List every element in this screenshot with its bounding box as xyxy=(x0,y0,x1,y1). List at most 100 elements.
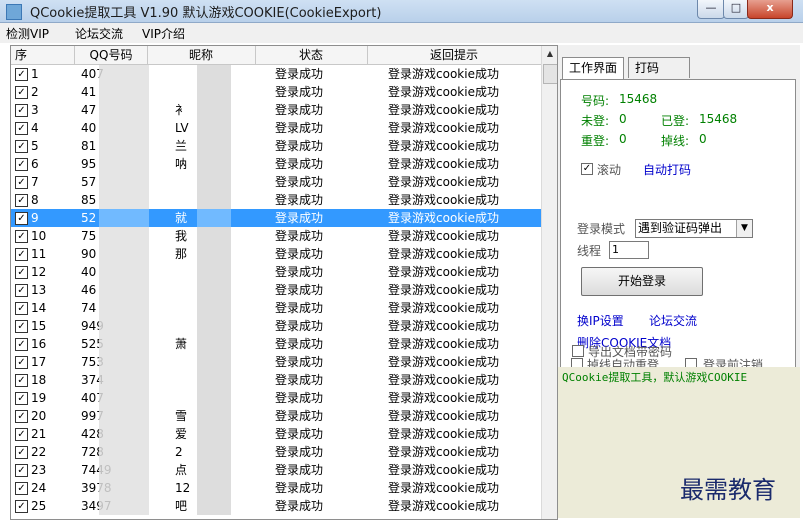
header-qq[interactable]: QQ号码 xyxy=(75,46,148,64)
row-checkbox[interactable]: ✓ xyxy=(15,158,28,171)
row-index: 7 xyxy=(31,175,39,189)
row-checkbox[interactable]: ✓ xyxy=(15,176,28,189)
row-status: 登录成功 xyxy=(275,373,324,387)
table-row[interactable]: ✓ 14 74 登录成功 登录游戏cookie成功 xyxy=(11,299,541,317)
table-row[interactable]: ✓ 10 75 我登录成功 登录游戏cookie成功 xyxy=(11,227,541,245)
row-status: 登录成功 xyxy=(275,67,324,81)
table-row[interactable]: ✓ 15 949 登录成功 登录游戏cookie成功 xyxy=(11,317,541,335)
row-checkbox[interactable]: ✓ xyxy=(15,68,28,81)
row-checkbox[interactable]: ✓ xyxy=(15,86,28,99)
redaction-block xyxy=(99,461,149,479)
row-checkbox[interactable]: ✓ xyxy=(15,320,28,333)
table-row[interactable]: ✓ 2 41 登录成功 登录游戏cookie成功 xyxy=(11,83,541,101)
table-row[interactable]: ✓ 19 407 登录成功 登录游戏cookie成功 xyxy=(11,389,541,407)
maximize-button[interactable]: □ xyxy=(723,0,749,19)
redaction-block xyxy=(197,101,231,119)
done-value: 15468 xyxy=(699,112,738,126)
menu-vip-intro[interactable]: VIP介绍 xyxy=(142,25,185,42)
row-status: 登录成功 xyxy=(275,391,324,405)
table-row[interactable]: ✓ 4 40 LV 登录成功 登录游戏cookie成功 xyxy=(11,119,541,137)
header-message[interactable]: 返回提示 xyxy=(367,46,542,64)
header-status[interactable]: 状态 xyxy=(255,46,368,64)
table-row[interactable]: ✓ 23 7449 点登录成功 登录游戏cookie成功 xyxy=(11,461,541,479)
table-row[interactable]: ✓ 21 428 爱登录成功 登录游戏cookie成功 xyxy=(11,425,541,443)
table-row[interactable]: ✓ 9 52 就登录成功 登录游戏cookie成功 xyxy=(11,209,541,227)
table-row[interactable]: ✓ 17 753 登录成功 登录游戏cookie成功 xyxy=(11,353,541,371)
row-checkbox[interactable]: ✓ xyxy=(15,356,28,369)
redaction-block xyxy=(99,281,149,299)
scroll-up-arrow[interactable]: ▲ xyxy=(542,46,557,62)
row-checkbox[interactable]: ✓ xyxy=(15,248,28,261)
header-nickname[interactable]: 昵称 xyxy=(147,46,256,64)
total-value: 15468 xyxy=(619,92,658,106)
row-message: 登录游戏cookie成功 xyxy=(388,463,499,477)
table-row[interactable]: ✓ 1 407 登录成功 登录游戏cookie成功 xyxy=(11,65,541,83)
ip-settings-link[interactable]: 换IP设置 xyxy=(577,312,624,329)
table-row[interactable]: ✓ 5 81 兰登录成功 登录游戏cookie成功 xyxy=(11,137,541,155)
row-checkbox[interactable]: ✓ xyxy=(15,122,28,135)
table-row[interactable]: ✓ 7 57 登录成功 登录游戏cookie成功 xyxy=(11,173,541,191)
table-row[interactable]: ✓ 13 46 登录成功 登录游戏cookie成功 xyxy=(11,281,541,299)
chevron-down-icon[interactable]: ▼ xyxy=(736,220,752,237)
login-mode-select[interactable]: 遇到验证码弹出 ▼ xyxy=(635,219,753,238)
row-checkbox[interactable]: ✓ xyxy=(15,266,28,279)
row-checkbox[interactable]: ✓ xyxy=(15,230,28,243)
scroll-checkbox[interactable]: ✓ xyxy=(581,163,593,175)
row-checkbox[interactable]: ✓ xyxy=(15,410,28,423)
forum-link[interactable]: 论坛交流 xyxy=(649,312,697,329)
table-row[interactable]: ✓ 18 374 登录成功 登录游戏cookie成功 xyxy=(11,371,541,389)
redaction-block xyxy=(99,479,149,497)
redaction-block xyxy=(197,83,231,101)
start-login-button[interactable]: 开始登录 xyxy=(581,267,703,296)
table-row[interactable]: ✓ 20 997 雪登录成功 登录游戏cookie成功 xyxy=(11,407,541,425)
pending-label: 未登: xyxy=(581,114,610,128)
row-message: 登录游戏cookie成功 xyxy=(388,337,499,351)
export-password-checkbox[interactable] xyxy=(572,345,584,357)
list-scrollbar[interactable]: ▲ xyxy=(541,46,557,519)
thread-input[interactable]: 1 xyxy=(609,241,649,259)
redaction-block xyxy=(197,263,231,281)
table-row[interactable]: ✓ 25 3497 吧登录成功 登录游戏cookie成功 xyxy=(11,497,541,515)
account-list[interactable]: 序 QQ号码 昵称 状态 返回提示 ✓ 1 407 登录成功 登录游戏cookie成功 ✓… xyxy=(10,45,558,520)
scroll-thumb[interactable] xyxy=(543,64,557,84)
redaction-block xyxy=(197,209,231,227)
tab-captcha[interactable]: 打码 xyxy=(628,57,691,78)
row-checkbox[interactable]: ✓ xyxy=(15,446,28,459)
row-checkbox[interactable]: ✓ xyxy=(15,464,28,477)
tab-work[interactable]: 工作界面 xyxy=(562,57,625,80)
table-row[interactable]: ✓ 8 85 登录成功 登录游戏cookie成功 xyxy=(11,191,541,209)
header-index[interactable]: 序 xyxy=(11,46,75,64)
table-row[interactable]: ✓ 24 3978 12 登录成功 登录游戏cookie成功 xyxy=(11,479,541,497)
row-checkbox[interactable]: ✓ xyxy=(15,284,28,297)
row-checkbox[interactable]: ✓ xyxy=(15,212,28,225)
menu-forum[interactable]: 论坛交流 xyxy=(75,25,123,42)
redaction-block xyxy=(99,173,149,191)
row-message: 登录游戏cookie成功 xyxy=(388,247,499,261)
minimize-button[interactable]: — xyxy=(697,0,725,19)
table-row[interactable]: ✓ 6 95 呐登录成功 登录游戏cookie成功 xyxy=(11,155,541,173)
row-checkbox[interactable]: ✓ xyxy=(15,500,28,513)
auto-captcha-link[interactable]: 自动打码 xyxy=(643,161,691,178)
table-row[interactable]: ✓ 16 525 萧登录成功 登录游戏cookie成功 xyxy=(11,335,541,353)
row-checkbox[interactable]: ✓ xyxy=(15,194,28,207)
title-bar: QCookie提取工具 V1.90 默认游戏COOKIE(CookieExpor… xyxy=(0,0,803,23)
row-index: 1 xyxy=(31,67,39,81)
row-checkbox[interactable]: ✓ xyxy=(15,302,28,315)
row-checkbox[interactable]: ✓ xyxy=(15,482,28,495)
close-button[interactable]: x xyxy=(747,0,793,19)
watermark: 最需教育 xyxy=(680,476,776,504)
menu-check-vip[interactable]: 检测VIP xyxy=(6,25,49,42)
table-row[interactable]: ✓ 12 40 登录成功 登录游戏cookie成功 xyxy=(11,263,541,281)
row-checkbox[interactable]: ✓ xyxy=(15,374,28,387)
row-checkbox[interactable]: ✓ xyxy=(15,392,28,405)
redaction-block xyxy=(197,425,231,443)
table-row[interactable]: ✓ 11 90 那登录成功 登录游戏cookie成功 xyxy=(11,245,541,263)
table-row[interactable]: ✓ 3 47 衤登录成功 登录游戏cookie成功 xyxy=(11,101,541,119)
table-row[interactable]: ✓ 22 728 2 登录成功 登录游戏cookie成功 xyxy=(11,443,541,461)
done-label: 已登: xyxy=(661,114,690,128)
row-checkbox[interactable]: ✓ xyxy=(15,338,28,351)
row-checkbox[interactable]: ✓ xyxy=(15,140,28,153)
row-checkbox[interactable]: ✓ xyxy=(15,428,28,441)
row-message: 登录游戏cookie成功 xyxy=(388,121,499,135)
row-checkbox[interactable]: ✓ xyxy=(15,104,28,117)
